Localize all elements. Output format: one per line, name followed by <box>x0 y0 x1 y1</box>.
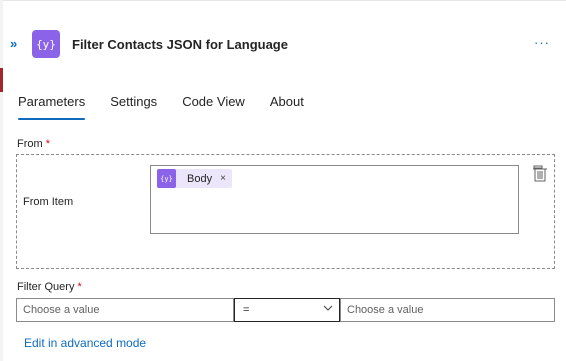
data-operation-icon-glyph: {y} <box>36 37 56 51</box>
filter-operator-value: = <box>243 304 250 316</box>
dynamic-content-token[interactable]: {y} Body × <box>157 169 232 188</box>
filter-query-label-text: Filter Query <box>17 281 75 293</box>
edit-in-advanced-mode-link[interactable]: Edit in advanced mode <box>24 336 146 350</box>
action-details-panel: » {y} Filter Contacts JSON for Language … <box>3 0 566 361</box>
from-label-text: From <box>17 138 43 150</box>
tab-parameters[interactable]: Parameters <box>18 94 86 120</box>
filter-right-value-input[interactable]: Choose a value <box>340 298 555 322</box>
more-options-icon[interactable]: ··· <box>534 35 550 50</box>
chevron-down-icon <box>323 305 333 311</box>
tab-bar: Parameters Settings Code View About <box>18 94 329 120</box>
filter-query-label: Filter Query * <box>17 281 82 293</box>
token-data-operation-icon: {y} <box>157 169 176 188</box>
tab-code-view[interactable]: Code View <box>182 94 245 120</box>
filter-left-value-input[interactable]: Choose a value <box>16 298 234 322</box>
data-operation-icon: {y} <box>32 30 60 58</box>
filter-query-required-mark: * <box>77 281 82 293</box>
delete-icon[interactable] <box>532 165 548 183</box>
from-item-section: From Item {y} Body × <box>16 154 555 269</box>
panel-header: » {y} Filter Contacts JSON for Language … <box>3 25 563 65</box>
tab-about[interactable]: About <box>270 94 304 120</box>
collapse-panel-icon[interactable]: » <box>10 36 24 51</box>
from-item-label: From Item <box>23 196 74 208</box>
remove-token-icon[interactable]: × <box>220 173 232 184</box>
tab-settings[interactable]: Settings <box>110 94 157 120</box>
from-item-input[interactable]: {y} Body × <box>150 165 519 234</box>
filter-query-row: Choose a value = Choose a value <box>16 298 555 323</box>
from-label: From * <box>17 138 50 150</box>
token-label: Body <box>187 172 213 185</box>
from-required-mark: * <box>45 138 51 150</box>
action-title[interactable]: Filter Contacts JSON for Language <box>72 37 288 52</box>
filter-operator-dropdown[interactable]: = <box>234 298 340 322</box>
